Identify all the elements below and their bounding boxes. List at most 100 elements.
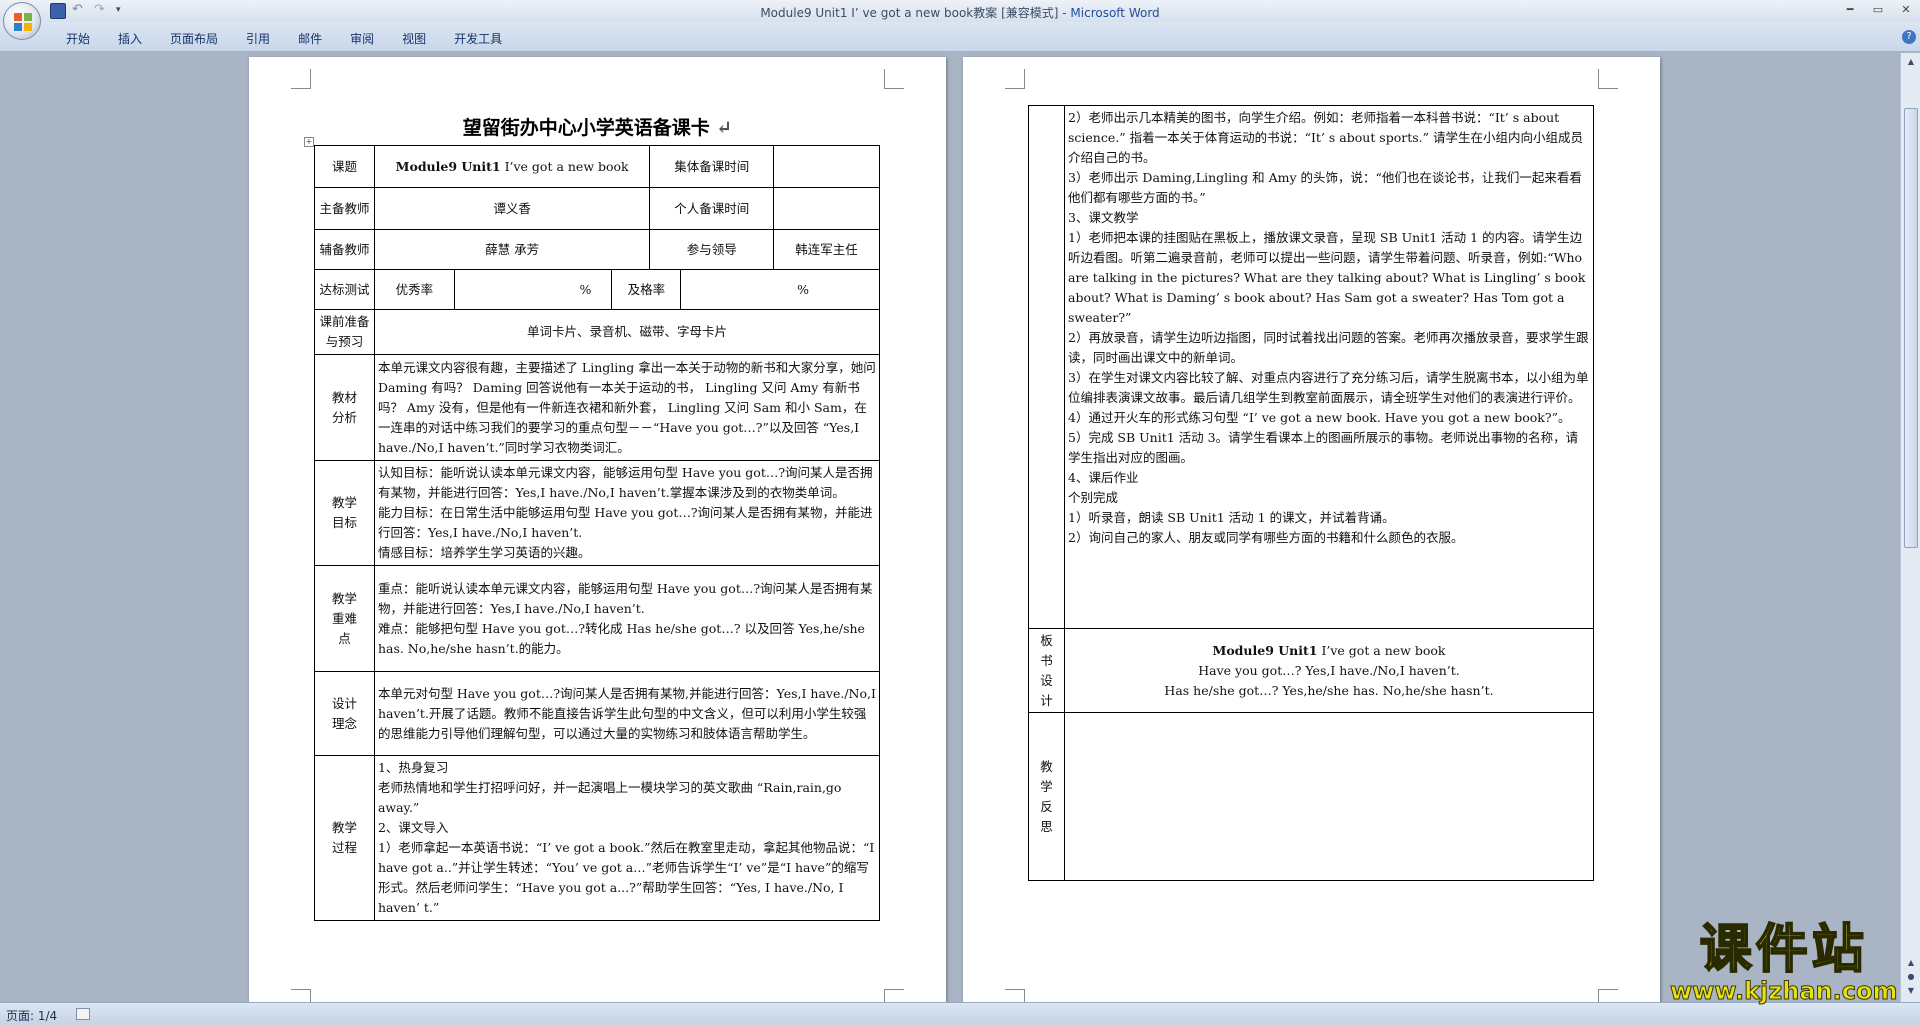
crop-mark xyxy=(1005,69,1025,89)
document-title: 望留街办中心小学英语备课卡 ↵ xyxy=(249,113,946,140)
process-line: 2）老师出示几本精美的图书，向学生介绍。例如：老师指着一本科普书说：“It’ s… xyxy=(1068,110,1584,165)
vertical-scrollbar[interactable]: ▲ ▲ ● ▼ xyxy=(1900,53,1920,1002)
crop-mark xyxy=(884,989,904,1002)
table-row: 教学过程 1、热身复习 老师热情地和学生打招呼问好，并一起演唱上一模块学习的英文… xyxy=(314,755,881,921)
tab-developer[interactable]: 开发工具 xyxy=(440,30,516,47)
process-text-continued[interactable]: 2）老师出示几本精美的图书，向学生介绍。例如：老师指着一本科普书说：“It’ s… xyxy=(1064,105,1594,629)
table-row: 课题 Module9 Unit1 I’ve got a new book 集体备… xyxy=(314,145,880,188)
assist-teacher-value[interactable]: 薛慧 承芳 xyxy=(373,229,651,270)
pass-percent[interactable]: % xyxy=(680,269,880,310)
scroll-thumb[interactable] xyxy=(1904,108,1918,548)
process-label-continued xyxy=(1028,105,1065,629)
prep-value[interactable]: 单词卡片、录音机、磁带、字母卡片 xyxy=(373,309,881,355)
ribbon: 开始 插入 页面布局 引用 邮件 审阅 视图 开发工具 ? xyxy=(0,22,1920,52)
process-label: 教学过程 xyxy=(314,755,375,921)
lesson-label: 课题 xyxy=(314,145,375,188)
document-name: Module9 Unit1 I’ ve got a new book教案 [兼容… xyxy=(760,6,1059,20)
office-button[interactable] xyxy=(3,2,41,40)
window-controls: ━ ▭ ✕ xyxy=(1836,0,1920,20)
table-row: 教学目标 认知目标：能听说认读本单元课文内容，能够运用句型 Have you g… xyxy=(314,460,881,566)
next-page-icon[interactable]: ▼ xyxy=(1904,984,1918,998)
process-line: 5）完成 SB Unit1 活动 3。请学生看课本上的图画所展示的事物。老师说出… xyxy=(1068,430,1579,465)
title-separator: - xyxy=(1058,6,1071,20)
personal-time-label: 个人备课时间 xyxy=(649,187,775,230)
scroll-up-icon[interactable]: ▲ xyxy=(1904,55,1918,69)
table-move-handle-icon[interactable]: + xyxy=(304,137,314,147)
watermark-logo: 课件站 www.kjzhan.com xyxy=(1669,920,1898,1005)
crop-mark xyxy=(1598,69,1618,89)
window-title: Module9 Unit1 I’ ve got a new book教案 [兼容… xyxy=(0,4,1920,21)
tab-review[interactable]: 审阅 xyxy=(336,30,388,47)
minimize-icon[interactable]: ━ xyxy=(1836,0,1864,20)
key-line: 难点：能够把句型 Have you got…?转化成 Has he/she go… xyxy=(377,620,865,656)
board-text[interactable]: Module9 Unit1 I’ve got a new book Have y… xyxy=(1064,628,1594,713)
page-2[interactable]: 2）老师出示几本精美的图书，向学生介绍。例如：老师指着一本科普书说：“It’ s… xyxy=(963,57,1660,1002)
lesson-value[interactable]: Module9 Unit1 I’ve got a new book xyxy=(373,145,651,188)
leader-label: 参与领导 xyxy=(649,229,775,270)
crop-mark xyxy=(291,989,311,1002)
close-icon[interactable]: ✕ xyxy=(1892,0,1920,20)
process-line: 老师热情地和学生打招呼问好，并一起演唱上一模块学习的英文歌曲 “Rain,rai… xyxy=(377,780,842,815)
table-row: 2）老师出示几本精美的图书，向学生介绍。例如：老师指着一本科普书说：“It’ s… xyxy=(1028,105,1594,629)
crop-mark xyxy=(884,69,904,89)
document-area[interactable]: 望留街办中心小学英语备课卡 ↵ + 课题 Module9 Unit1 I’ve … xyxy=(0,53,1900,1002)
collective-time-value[interactable] xyxy=(773,145,880,188)
watermark-text: 课件站 xyxy=(1699,920,1868,980)
board-line: Has he/she got…? Yes,he/she has. No,he/s… xyxy=(1164,682,1494,698)
board-line-rest: I’ve got a new book xyxy=(1317,642,1446,658)
goal-line: 认知目标：能听说认读本单元课文内容，能够运用句型 Have you got…?询… xyxy=(377,465,873,500)
table-row: 主备教师 谭义香 个人备课时间 xyxy=(314,187,880,230)
tab-mailings[interactable]: 邮件 xyxy=(284,30,336,47)
tab-view[interactable]: 视图 xyxy=(388,30,440,47)
page-indicator[interactable]: 页面: 1/4 xyxy=(6,1007,57,1024)
watermark-url: www.kjzhan.com xyxy=(1669,977,1898,1005)
process-line: 1）老师拿起一本英语书说：“I’ ve got a book.”然后在教室里走动… xyxy=(377,840,875,915)
goal-text[interactable]: 认知目标：能听说认读本单元课文内容，能够运用句型 Have you got…?询… xyxy=(373,460,881,566)
table-row: 板书设计 Module9 Unit1 I’ve got a new book H… xyxy=(1028,628,1594,713)
prev-page-icon[interactable]: ▲ xyxy=(1904,956,1918,970)
table-row: 教学重难点 重点：能听说认读本单元课文内容，能够运用句型 Have you go… xyxy=(314,565,881,672)
crop-mark xyxy=(291,69,311,89)
page-1[interactable]: 望留街办中心小学英语备课卡 ↵ + 课题 Module9 Unit1 I’ve … xyxy=(249,57,946,1002)
personal-time-value[interactable] xyxy=(773,187,880,230)
process-line: 3）老师出示 Daming,Lingling 和 Amy 的头饰，说：“他们也在… xyxy=(1068,170,1582,205)
tab-home[interactable]: 开始 xyxy=(52,30,104,47)
reflect-text[interactable] xyxy=(1064,712,1594,881)
browse-object-icon[interactable]: ● xyxy=(1904,970,1918,984)
process-line: 4）通过开火车的形式练习句型 “I’ ve got a new book. Ha… xyxy=(1068,410,1571,425)
process-line: 3）在学生对课文内容比较了解、对重点内容进行了充分练习后，请学生脱离书本，以小组… xyxy=(1068,370,1589,405)
board-label: 板书设计 xyxy=(1028,628,1065,713)
status-bar: 页面: 1/4 xyxy=(0,1002,1920,1025)
key-line: 重点：能听说认读本单元课文内容，能够运用句型 Have you got…?询问某… xyxy=(377,580,873,616)
excellent-label: 优秀率 xyxy=(373,269,455,310)
design-text[interactable]: 本单元对句型 Have you got…?询问某人是否拥有某物,并能进行回答：Y… xyxy=(373,671,881,756)
proofing-icon[interactable] xyxy=(76,1008,90,1020)
leader-value[interactable]: 韩连军主任 xyxy=(773,229,880,270)
lesson-value-bold: Module9 Unit1 xyxy=(395,158,501,174)
maximize-icon[interactable]: ▭ xyxy=(1864,0,1892,20)
process-text[interactable]: 1、热身复习 老师热情地和学生打招呼问好，并一起演唱上一模块学习的英文歌曲 “R… xyxy=(373,755,881,921)
goal-line: 情感目标：培养学生学习英语的兴趣。 xyxy=(377,545,591,560)
main-teacher-label: 主备教师 xyxy=(314,187,375,230)
title-text: 望留街办中心小学英语备课卡 xyxy=(462,117,710,139)
table-row: 教材分析 本单元课文内容很有趣，主要描述了 Lingling 拿出一本关于动物的… xyxy=(314,354,881,461)
pass-label: 及格率 xyxy=(611,269,682,310)
reflect-label: 教学反思 xyxy=(1028,712,1065,881)
process-line: 3、课文教学 xyxy=(1068,210,1139,225)
tab-page-layout[interactable]: 页面布局 xyxy=(156,30,232,47)
help-icon[interactable]: ? xyxy=(1902,30,1916,44)
paragraph-mark: ↵ xyxy=(716,117,733,139)
prep-label: 课前准备与预习 xyxy=(314,309,375,355)
tab-references[interactable]: 引用 xyxy=(232,30,284,47)
process-line: 个别完成 xyxy=(1068,490,1119,505)
main-teacher-value[interactable]: 谭义香 xyxy=(373,187,651,230)
goal-label: 教学目标 xyxy=(314,460,375,566)
excellent-percent[interactable]: % xyxy=(453,269,613,310)
board-line-bold: Module9 Unit1 xyxy=(1212,642,1318,658)
key-text[interactable]: 重点：能听说认读本单元课文内容，能够运用句型 Have you got…?询问某… xyxy=(373,565,881,672)
tab-insert[interactable]: 插入 xyxy=(104,30,156,47)
assist-teacher-label: 辅备教师 xyxy=(314,229,375,270)
material-text[interactable]: 本单元课文内容很有趣，主要描述了 Lingling 拿出一本关于动物的新书和大家… xyxy=(373,354,881,461)
process-line: 2）再放录音，请学生边听边指图，同时试着找出问题的答案。老师再次播放录音，要求学… xyxy=(1068,330,1589,365)
process-line: 4、课后作业 xyxy=(1068,470,1139,485)
